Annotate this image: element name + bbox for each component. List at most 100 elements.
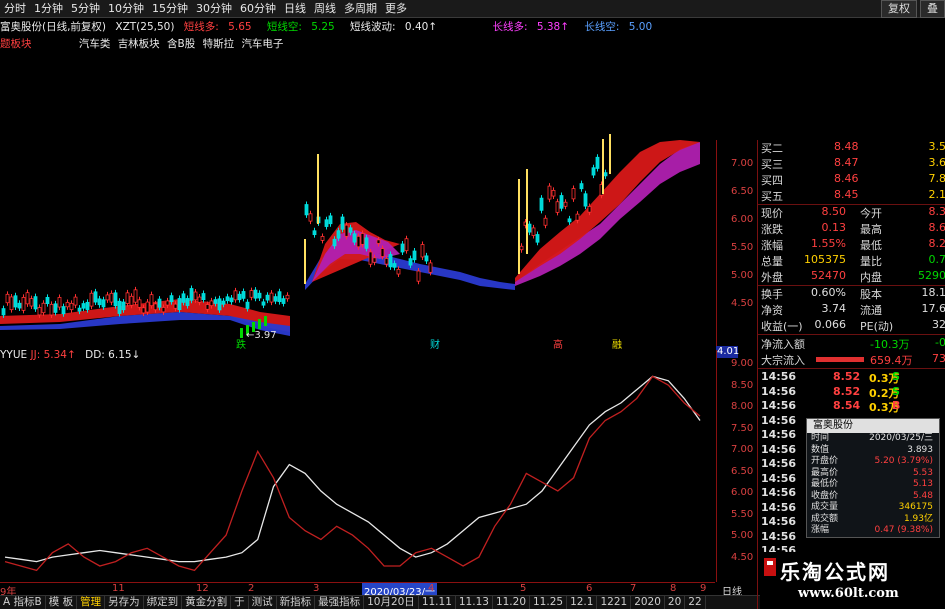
stat-value: 8.2 [928, 237, 945, 250]
bar-info-popup[interactable]: 富奥股份 时间 2020/03/25/三 数值 3.893 开盘价 5.20 (3.79%… [806, 418, 940, 538]
concept-tag[interactable]: 吉林板块 [118, 38, 160, 50]
event-mark[interactable]: 高 [553, 336, 563, 351]
candle-body [221, 300, 226, 305]
bottom-bar-item[interactable]: 11.20 [493, 596, 530, 609]
candle-body [149, 294, 154, 307]
stat-value: 52470 [811, 269, 846, 282]
overlay-button[interactable]: 叠 [920, 0, 945, 18]
candle-body [304, 204, 309, 216]
bottom-bar-item[interactable]: 新指标 [277, 596, 316, 609]
popup-row: 最高价 5.53 [807, 468, 939, 480]
sub-indicator-chart[interactable] [0, 362, 715, 582]
candle-body [539, 197, 544, 211]
bottom-bar-item[interactable]: 10月20日 [364, 596, 419, 609]
candle-body [265, 294, 270, 301]
period-tab[interactable]: 周线 [310, 2, 340, 16]
bid-label: 买四 [761, 174, 783, 187]
candle-body [57, 297, 62, 308]
x-tick: 7 [630, 583, 637, 594]
candle-body [225, 296, 230, 302]
bottom-bar-item[interactable]: 最强指标 [315, 596, 365, 609]
short-wave-value: 0.40↑ [404, 21, 438, 33]
period-tab[interactable]: 日线 [280, 2, 310, 16]
net-inflow-row: 净流入额 -10.3万 -0 [758, 336, 945, 352]
candle-body [388, 254, 393, 268]
separator [758, 334, 945, 335]
candle-body [583, 193, 588, 207]
period-tab[interactable]: 10分钟 [104, 2, 148, 16]
stat-label: 收益(一) [761, 320, 803, 333]
period-tab[interactable]: 分时 [0, 2, 30, 16]
period-tab[interactable]: 多周期 [340, 2, 381, 16]
bottom-bar-item[interactable]: 1221 [597, 596, 632, 609]
bottom-bar-item[interactable]: 另存为 [105, 596, 144, 609]
period-tab[interactable]: 15分钟 [148, 2, 192, 16]
period-tab[interactable]: 1分钟 [30, 2, 67, 16]
popup-title: 富奥股份 [807, 419, 939, 433]
popup-key: 开盘价 [811, 456, 839, 466]
bid-price: 8.48 [834, 140, 859, 153]
candle-body [336, 230, 341, 239]
bottom-bar-item[interactable]: 20 [665, 596, 686, 609]
stat-value: 3.74 [821, 302, 847, 315]
candlestick-chart[interactable] [0, 54, 715, 344]
concept-tag[interactable]: 含B股 [167, 38, 195, 50]
bottom-bar-item[interactable]: 黄金分割 [182, 596, 232, 609]
tick-side: S [892, 370, 900, 383]
event-mark[interactable]: 财 [430, 336, 440, 351]
long-short-label: 长线空: [584, 21, 620, 33]
bottom-bar-item[interactable]: 测试 [249, 596, 277, 609]
event-mark[interactable]: 跌 [236, 336, 246, 351]
concept-label: 题板块 [0, 38, 32, 50]
candle-body [45, 297, 50, 305]
period-tab[interactable]: 更多 [381, 2, 411, 16]
concept-tag[interactable]: 汽车类 [79, 38, 111, 50]
stat-value: 105375 [804, 253, 846, 266]
bottom-bar-item[interactable]: 22 [685, 596, 706, 609]
bottom-bar-item[interactable]: 11.25 [530, 596, 568, 609]
bottom-bar-item[interactable]: 2020 [631, 596, 665, 609]
popup-row: 开盘价 5.20 (3.79%) [807, 456, 939, 468]
popup-value: 5.20 (3.79%) [874, 456, 933, 466]
concept-tag[interactable]: 特斯拉 [203, 38, 235, 50]
tick-price: 8.52 [833, 370, 861, 383]
stat-value: 1.55% [811, 237, 846, 250]
popup-row: 收盘价 5.48 [807, 491, 939, 503]
candle-body [269, 292, 274, 303]
tick-time: 14:56 [761, 486, 797, 499]
bottom-bar-item[interactable]: 11.11 [419, 596, 456, 609]
candle-body [153, 303, 158, 311]
bottom-bar-item[interactable]: 模 板 [46, 596, 78, 609]
sub-indicator-name[interactable]: YYUE [0, 349, 27, 361]
short-short-value: 5.25 [311, 21, 335, 33]
candle-body [420, 244, 425, 258]
bid-price: 8.47 [834, 156, 859, 169]
block-inflow-value: 659.4万 [870, 354, 913, 367]
bottom-bar-item[interactable]: 11.13 [456, 596, 493, 609]
candle-body [408, 258, 413, 266]
short-long-value: 5.65 [228, 21, 252, 33]
period-tab[interactable]: 5分钟 [67, 2, 104, 16]
xzt-indicator-name[interactable]: XZT(25,50) [115, 21, 174, 33]
bottom-bar-item[interactable]: 管理 [77, 596, 106, 609]
tick-time: 14:56 [761, 384, 797, 398]
concept-tag[interactable]: 汽车电子 [241, 38, 283, 50]
period-tab[interactable]: 60分钟 [236, 2, 280, 16]
bottom-bar-item[interactable]: A 指标B [0, 596, 46, 609]
dd-value: 6.15↓ [108, 349, 141, 361]
period-tab[interactable]: 30分钟 [192, 2, 236, 16]
candle-body [591, 167, 596, 176]
candle-body [428, 262, 433, 273]
bottom-bar-item[interactable]: 12.1 [567, 596, 598, 609]
bid-row: 买三 8.47 3.6 [758, 156, 945, 172]
candle-body [258, 319, 261, 329]
bid-volume: 7.8 [928, 172, 945, 185]
bottom-bar-item[interactable]: 绑定到 [144, 596, 183, 609]
event-mark[interactable]: 融 [612, 336, 622, 351]
stat-value: 8.50 [821, 205, 847, 218]
price-tick: 5.50 [731, 242, 754, 253]
candle-body [117, 300, 122, 314]
restore-rights-button[interactable]: 复权 [881, 0, 917, 18]
sub-tick: 5.00 [731, 530, 754, 541]
bottom-bar-item[interactable]: 于 [231, 596, 249, 609]
